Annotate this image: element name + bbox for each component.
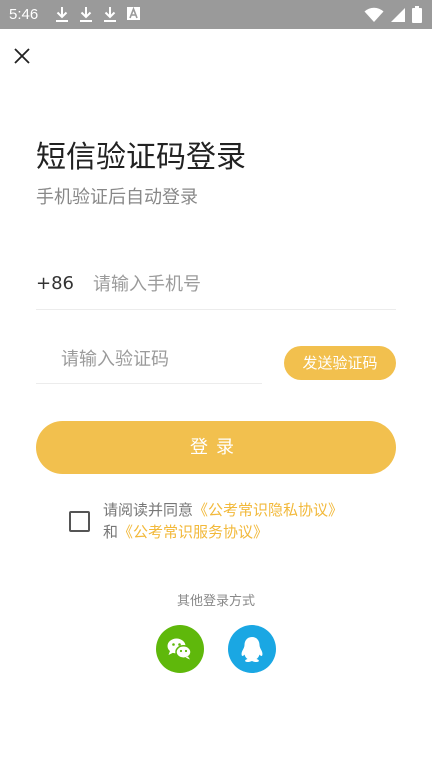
phone-row: +86 [36, 264, 396, 310]
code-row [36, 340, 262, 384]
agreement-and: 和 [103, 523, 119, 541]
country-code[interactable]: +86 [36, 272, 74, 296]
login-button[interactable]: 登录 [36, 421, 396, 474]
wifi-icon [364, 7, 384, 22]
qq-icon [241, 637, 263, 663]
service-agreement-link[interactable]: 《公考常识服务协议》 [118, 523, 268, 541]
download-icon [56, 7, 68, 22]
close-button[interactable] [10, 44, 34, 68]
status-bar: 5:46 [0, 0, 432, 29]
close-icon [14, 48, 30, 64]
wechat-icon [167, 638, 192, 660]
page-title: 短信验证码登录 [36, 140, 246, 175]
verification-code-input[interactable] [61, 345, 261, 373]
battery-icon [412, 6, 422, 23]
a-icon [127, 6, 140, 20]
status-time: 5:46 [9, 6, 39, 23]
system-icons [364, 6, 422, 23]
agreement-text: 请阅读并同意《公考常识隐私协议》 和《公考常识服务协议》 [103, 499, 393, 543]
qq-login-button[interactable] [228, 625, 276, 673]
page-subtitle: 手机验证后自动登录 [36, 187, 198, 208]
agreement-prefix: 请阅读并同意 [103, 501, 194, 519]
download-icon [104, 7, 116, 22]
privacy-policy-link[interactable]: 《公考常识隐私协议》 [193, 501, 343, 519]
notification-icons [55, 6, 140, 23]
send-code-button[interactable]: 发送验证码 [284, 346, 396, 380]
wechat-login-button[interactable] [156, 625, 204, 673]
other-login-label: 其他登录方式 [176, 594, 255, 609]
phone-input[interactable] [93, 270, 383, 298]
signal-icon [391, 7, 405, 22]
login-screen: 5:46 短信验证码登录 手机验证后自动登录 +86 请输入手机号 请输入验证码… [0, 0, 432, 768]
agreement-checkbox[interactable] [69, 511, 90, 532]
download-icon [80, 7, 92, 22]
